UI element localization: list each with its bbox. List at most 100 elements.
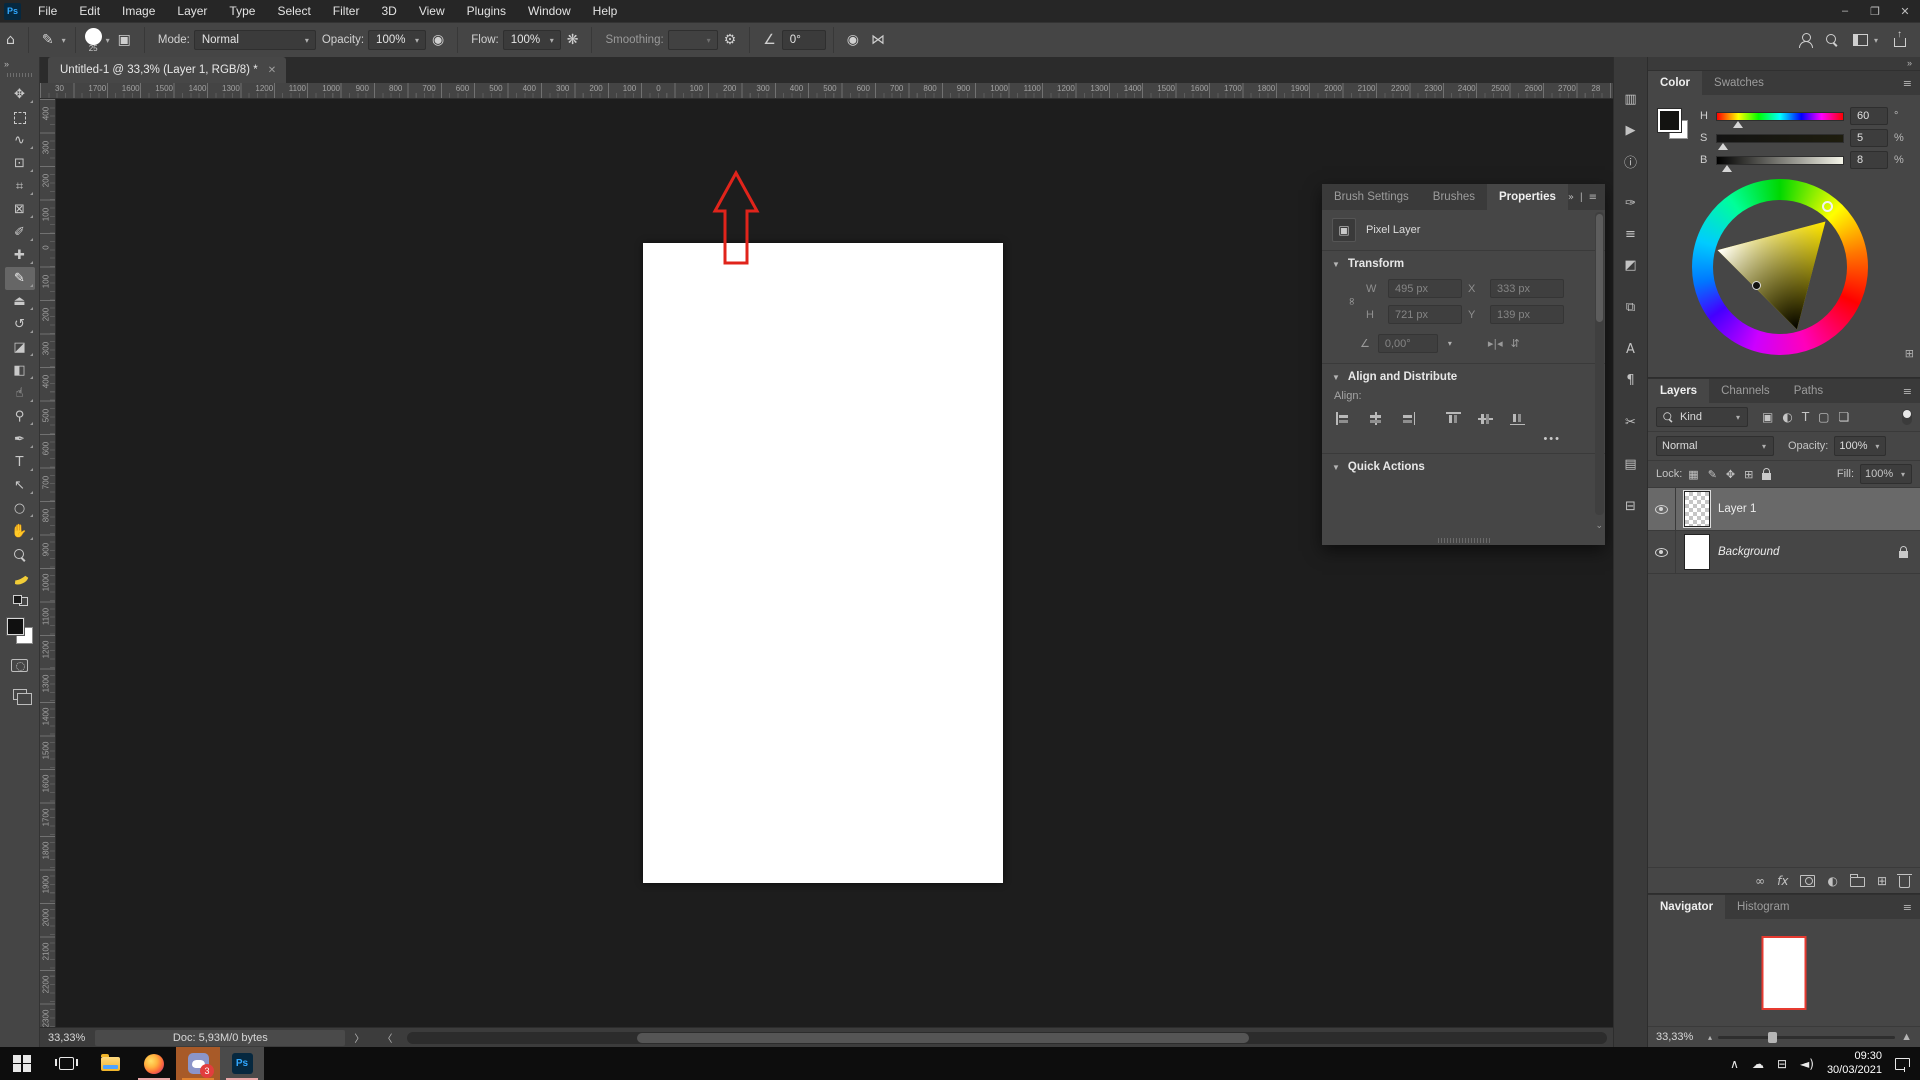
quick-mask-button[interactable]	[5, 654, 35, 677]
align-hcenter-button[interactable]	[1368, 412, 1383, 425]
photoshop-taskbar-button[interactable]: Ps	[220, 1047, 264, 1080]
crop-tool[interactable]: ⌗	[5, 175, 35, 198]
delete-layer-icon[interactable]	[1897, 873, 1912, 888]
ellipse-tool[interactable]: ○	[5, 497, 35, 520]
menu-window[interactable]: Window	[517, 0, 582, 22]
foreground-background-swatch[interactable]	[1657, 108, 1688, 139]
layer-name[interactable]: Layer 1	[1718, 503, 1756, 515]
slider-thumb[interactable]	[1767, 1031, 1777, 1043]
b-slider[interactable]	[1716, 155, 1844, 172]
discord-button[interactable]: 3	[176, 1047, 220, 1080]
panel-menu-icon[interactable]: ≡	[1903, 77, 1912, 90]
navigator-proxy-view[interactable]	[1761, 935, 1807, 1010]
panel-scrollbar[interactable]	[1595, 212, 1604, 515]
fill-select[interactable]: 100% ▾	[1860, 464, 1912, 484]
tab-properties[interactable]: Properties	[1486, 184, 1568, 210]
workspace-switcher[interactable]: ▾	[1852, 34, 1880, 46]
marquee-tool[interactable]	[5, 106, 35, 129]
menu-3d[interactable]: 3D	[370, 0, 407, 22]
new-group-icon[interactable]	[1849, 874, 1865, 887]
chevron-down-icon[interactable]: ▾	[104, 36, 112, 45]
color-marker[interactable]	[1752, 281, 1761, 290]
layer-mask-icon[interactable]	[1800, 874, 1816, 887]
airbrush-icon[interactable]: ❋	[561, 32, 585, 48]
healing-brush-tool[interactable]: ✚	[5, 244, 35, 267]
smoothing-select[interactable]: ▾	[667, 30, 718, 50]
align-bottom-button[interactable]	[1510, 412, 1525, 425]
menu-select[interactable]: Select	[266, 0, 321, 22]
screen-mode-button[interactable]	[5, 683, 35, 706]
menu-view[interactable]: View	[408, 0, 456, 22]
info-panel-icon[interactable]: ⓘ	[1619, 149, 1643, 173]
tab-swatches[interactable]: Swatches	[1702, 71, 1776, 95]
default-colors-icon[interactable]	[5, 589, 35, 612]
h-slider[interactable]	[1716, 111, 1844, 128]
flow-select[interactable]: 100% ▾	[502, 30, 561, 50]
s-value-input[interactable]: 5	[1850, 129, 1888, 147]
frame-tool[interactable]: ⊠	[5, 198, 35, 221]
actions-panel-icon[interactable]: ▶	[1619, 118, 1643, 142]
layer-filter-select[interactable]: Kind ▾	[1656, 407, 1748, 427]
layer-effects-icon[interactable]: fx	[1777, 874, 1788, 888]
tab-navigator[interactable]: Navigator	[1648, 895, 1726, 919]
libraries-panel-icon[interactable]: ▤	[1619, 452, 1643, 476]
brush-settings-panel-icon[interactable]: ✑	[1619, 191, 1643, 215]
menu-edit[interactable]: Edit	[68, 0, 111, 22]
move-tool[interactable]: ✥	[5, 83, 35, 106]
banana-icon[interactable]	[5, 566, 35, 589]
align-vcenter-button[interactable]	[1478, 412, 1493, 425]
align-left-button[interactable]	[1336, 412, 1351, 425]
align-more-button[interactable]: •••	[1322, 427, 1605, 454]
toolbar-collapse-icon[interactable]: »	[0, 57, 13, 71]
y-input[interactable]: 139 px	[1490, 305, 1564, 324]
link-layers-icon[interactable]: ∞	[1755, 874, 1765, 888]
dodge-tool[interactable]: ⚲	[5, 405, 35, 428]
character-panel-icon[interactable]: A	[1619, 337, 1643, 361]
chevron-down-icon[interactable]: ▾	[60, 36, 68, 45]
panel-resize-grip[interactable]	[1437, 538, 1490, 543]
filter-smart-icon[interactable]: ❏	[1839, 410, 1850, 424]
align-top-button[interactable]	[1446, 412, 1461, 425]
visibility-toggle[interactable]	[1648, 531, 1676, 573]
home-icon[interactable]: ⌂	[0, 32, 21, 48]
slider-marker[interactable]	[1718, 142, 1729, 150]
status-next-icon[interactable]: 〉	[345, 1030, 373, 1045]
tab-brush-settings[interactable]: Brush Settings	[1322, 184, 1421, 210]
menu-type[interactable]: Type	[218, 0, 266, 22]
onedrive-icon[interactable]: ☁	[1752, 1057, 1764, 1071]
layer-thumbnail[interactable]	[1684, 534, 1710, 570]
symmetry-icon[interactable]: ⋈	[865, 32, 891, 48]
flip-horizontal-icon[interactable]: ▸|◂	[1488, 337, 1503, 350]
brush-angle-input[interactable]: 0°	[781, 30, 826, 50]
account-icon[interactable]	[1798, 33, 1813, 48]
histogram-panel-icon[interactable]: ▥	[1619, 87, 1643, 111]
align-right-button[interactable]	[1400, 412, 1415, 425]
lock-transparency-icon[interactable]: ▦	[1688, 468, 1698, 481]
adjustment-layer-icon[interactable]: ◐	[1827, 874, 1837, 888]
brush-tool[interactable]: ✎	[4, 267, 35, 290]
slider-marker[interactable]	[1733, 120, 1744, 128]
lock-pixels-icon[interactable]: ✎	[1708, 468, 1717, 481]
close-button[interactable]: ✕	[1890, 0, 1920, 22]
filter-type-icon[interactable]: T	[1802, 410, 1809, 424]
blend-mode-select[interactable]: Normal ▾	[193, 30, 316, 50]
glyphs-panel-icon[interactable]: ✂	[1619, 410, 1643, 434]
hidden-icons-icon[interactable]: ∧	[1730, 1057, 1739, 1071]
new-layer-icon[interactable]: ⊞	[1877, 874, 1887, 888]
opacity-pressure-icon[interactable]: ◉	[426, 32, 450, 48]
tab-histogram[interactable]: Histogram	[1725, 895, 1801, 919]
minimize-button[interactable]: –	[1830, 0, 1860, 22]
clone-stamp-tool[interactable]: ⏏	[5, 290, 35, 313]
dock-collapse-icon[interactable]: »	[1648, 57, 1920, 70]
layers-blend-mode-select[interactable]: Normal ▾	[1656, 436, 1774, 456]
visibility-toggle[interactable]	[1648, 488, 1676, 530]
start-button[interactable]	[0, 1047, 44, 1080]
align-section-header[interactable]: ▼ Align and Distribute	[1322, 364, 1605, 388]
lock-all-icon[interactable]	[1762, 468, 1772, 480]
brush-size-picker[interactable]: 25	[84, 27, 102, 53]
path-selection-tool[interactable]: ↖	[5, 474, 35, 497]
link-dimensions-icon[interactable]: ∞	[1346, 294, 1359, 310]
tab-color[interactable]: Color	[1648, 71, 1703, 95]
layer-comps-panel-icon[interactable]: ⊟	[1619, 494, 1643, 518]
size-pressure-icon[interactable]: ◉	[841, 32, 865, 48]
